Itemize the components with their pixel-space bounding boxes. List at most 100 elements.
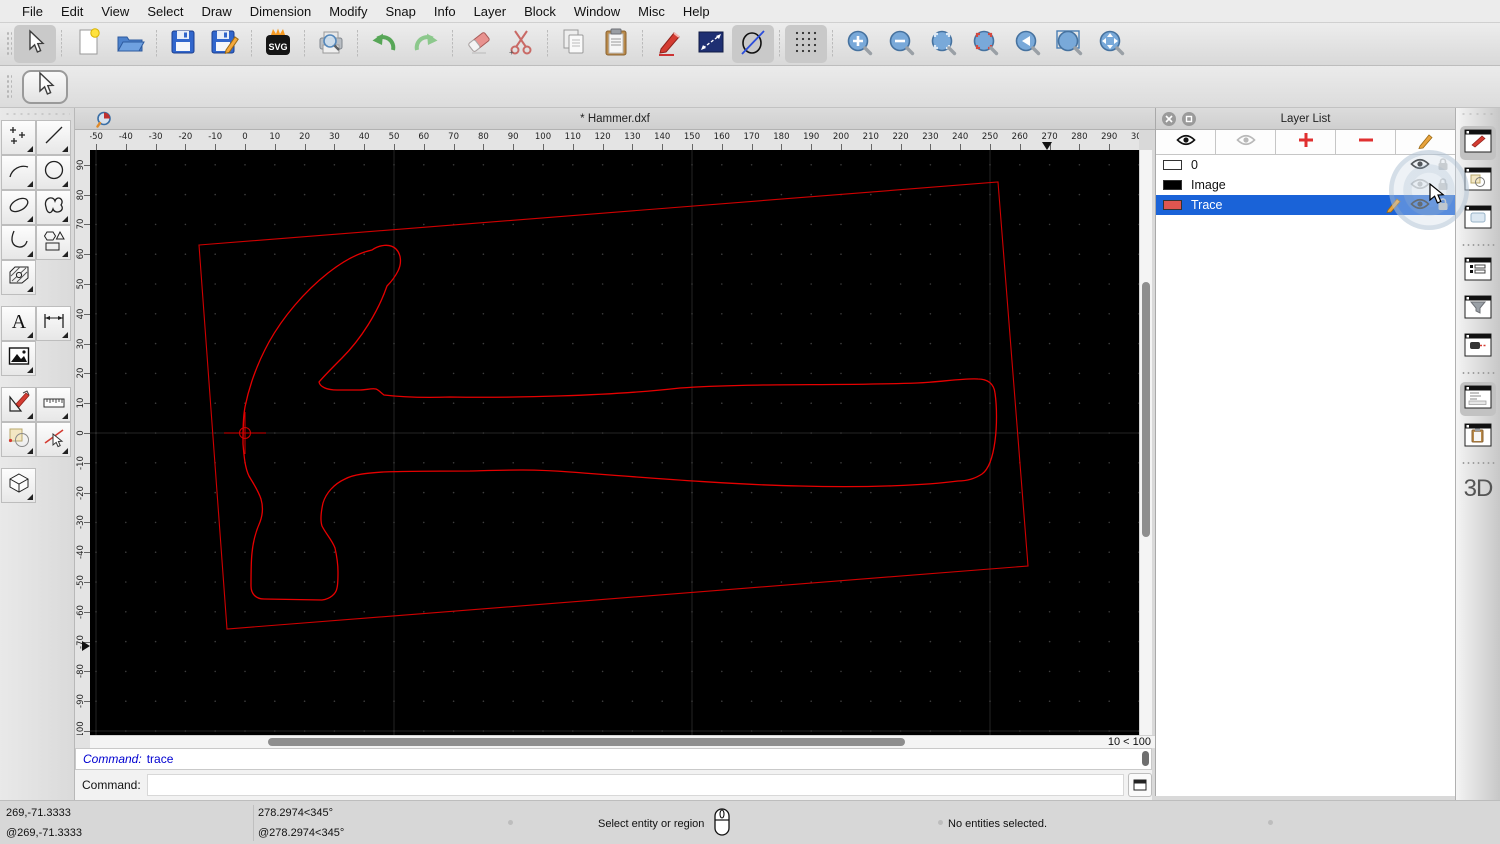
layer-row-image[interactable]: Image: [1156, 175, 1455, 195]
grid-toggle-button[interactable]: [785, 25, 827, 63]
line-tool-button[interactable]: [36, 120, 71, 155]
points-tool-button[interactable]: [1, 120, 36, 155]
shapes-tool-button[interactable]: [36, 225, 71, 260]
zoom-window-button[interactable]: [1048, 25, 1090, 63]
zoom-pan-button[interactable]: [1090, 25, 1132, 63]
layer-row-0[interactable]: 0: [1156, 155, 1455, 175]
draft-mode-button[interactable]: [732, 25, 774, 63]
image-bounds-trace[interactable]: [198, 181, 1029, 630]
float-panel-icon[interactable]: [1182, 111, 1196, 126]
toolbar-drag-handle[interactable]: [6, 31, 12, 57]
3d-view-toggle[interactable]: 3D: [1456, 475, 1500, 503]
drawing-canvas[interactable]: [90, 150, 1139, 735]
command-line-panel-toggle[interactable]: [1460, 382, 1496, 416]
dock-drag-handle[interactable]: [1460, 112, 1496, 116]
menu-dimension[interactable]: Dimension: [241, 4, 320, 19]
copy-button[interactable]: [553, 25, 595, 63]
canvas-horizontal-scrollbar[interactable]: [90, 735, 1095, 748]
menu-draw[interactable]: Draw: [192, 4, 240, 19]
dimension-tool-button[interactable]: [36, 306, 71, 341]
zoom-in-button[interactable]: [838, 25, 880, 63]
text-tool-button[interactable]: A: [1, 306, 36, 341]
menu-info[interactable]: Info: [425, 4, 465, 19]
redo-button[interactable]: [405, 25, 447, 63]
zoom-previous-button[interactable]: [1006, 25, 1048, 63]
add-layer-button[interactable]: [1276, 130, 1336, 154]
selection-tool-button[interactable]: [14, 25, 56, 63]
menu-layer[interactable]: Layer: [465, 4, 516, 19]
clipboard-panel-toggle[interactable]: [1460, 420, 1496, 454]
layer-color-swatch[interactable]: [1163, 180, 1182, 190]
new-document-button[interactable]: [67, 25, 109, 63]
library-browser-toggle[interactable]: [1460, 202, 1496, 236]
print-preview-button[interactable]: [310, 25, 352, 63]
layer-visibility-icon[interactable]: [1410, 198, 1430, 213]
menu-file[interactable]: File: [13, 4, 52, 19]
blocks-tool-button[interactable]: [1, 422, 36, 457]
svg-export-button[interactable]: SVG: [257, 25, 299, 63]
command-popout-button[interactable]: [1128, 773, 1152, 797]
measure-tool-button[interactable]: [36, 387, 71, 422]
menu-block[interactable]: Block: [515, 4, 565, 19]
layer-color-swatch[interactable]: [1163, 160, 1182, 170]
hatch-tool-button[interactable]: [1, 260, 36, 295]
spline-tool-button[interactable]: [36, 190, 71, 225]
property-editor-toggle[interactable]: [1460, 126, 1496, 160]
dock-drag-handle[interactable]: [4, 112, 70, 116]
laser-tools-toggle[interactable]: [1460, 330, 1496, 364]
menu-window[interactable]: Window: [565, 4, 629, 19]
selection-pointer-button[interactable]: [22, 69, 68, 104]
layer-row-trace[interactable]: Trace: [1156, 195, 1455, 215]
hammer-trace-outline[interactable]: [242, 244, 998, 601]
image-tool-button[interactable]: [1, 341, 36, 376]
undo-button[interactable]: [363, 25, 405, 63]
layer-color-swatch[interactable]: [1163, 200, 1182, 210]
menu-snap[interactable]: Snap: [377, 4, 425, 19]
selection-filter-toggle[interactable]: [1460, 292, 1496, 326]
layer-lock-icon[interactable]: [1437, 157, 1449, 174]
layer-visibility-icon[interactable]: [1410, 158, 1430, 173]
zoom-auto-button[interactable]: [922, 25, 964, 63]
command-input[interactable]: [146, 774, 1125, 796]
layer-edit-icon[interactable]: [1385, 195, 1403, 216]
menu-modify[interactable]: Modify: [320, 4, 376, 19]
close-panel-icon[interactable]: [1162, 111, 1176, 126]
history-scrollbar[interactable]: [1142, 751, 1149, 767]
modify-tool-button[interactable]: [1, 387, 36, 422]
h-scroll-thumb[interactable]: [268, 738, 905, 746]
save-button[interactable]: [162, 25, 204, 63]
ellipse-tool-button[interactable]: [1, 190, 36, 225]
menu-misc[interactable]: Misc: [629, 4, 674, 19]
remove-layer-button[interactable]: [1336, 130, 1396, 154]
save-as-button[interactable]: [204, 25, 246, 63]
menu-help[interactable]: Help: [674, 4, 719, 19]
zoom-selection-button[interactable]: [964, 25, 1006, 63]
document-titlebar[interactable]: * Hammer.dxf: [75, 108, 1155, 130]
history-scroll-thumb[interactable]: [1142, 751, 1149, 766]
arc-tool-button[interactable]: [1, 155, 36, 190]
edit-layer-button[interactable]: [1396, 130, 1455, 154]
open-document-button[interactable]: [109, 25, 151, 63]
delete-button[interactable]: [458, 25, 500, 63]
menu-view[interactable]: View: [92, 4, 138, 19]
circle-tool-button[interactable]: [36, 155, 71, 190]
v-scroll-thumb[interactable]: [1142, 282, 1150, 537]
select-line-tool-button[interactable]: [36, 422, 71, 457]
cube-tool-button[interactable]: [1, 468, 36, 503]
layer-panel-titlebar[interactable]: Layer List: [1156, 108, 1455, 130]
paste-button[interactable]: [595, 25, 637, 63]
block-list-toggle[interactable]: [1460, 164, 1496, 198]
entity-list-toggle[interactable]: [1460, 254, 1496, 288]
menu-edit[interactable]: Edit: [52, 4, 92, 19]
distance-button[interactable]: [690, 25, 732, 63]
show-all-layers-button[interactable]: [1156, 130, 1216, 154]
toolbar-drag-handle[interactable]: [6, 73, 12, 100]
canvas-vertical-scrollbar[interactable]: [1139, 150, 1152, 735]
zoom-out-button[interactable]: [880, 25, 922, 63]
polyline-tool-button[interactable]: [1, 225, 36, 260]
edit-pen-button[interactable]: [648, 25, 690, 63]
menu-select[interactable]: Select: [138, 4, 192, 19]
hide-all-layers-button[interactable]: [1216, 130, 1276, 154]
cut-button[interactable]: +: [500, 25, 542, 63]
layer-visibility-icon[interactable]: [1410, 178, 1430, 193]
